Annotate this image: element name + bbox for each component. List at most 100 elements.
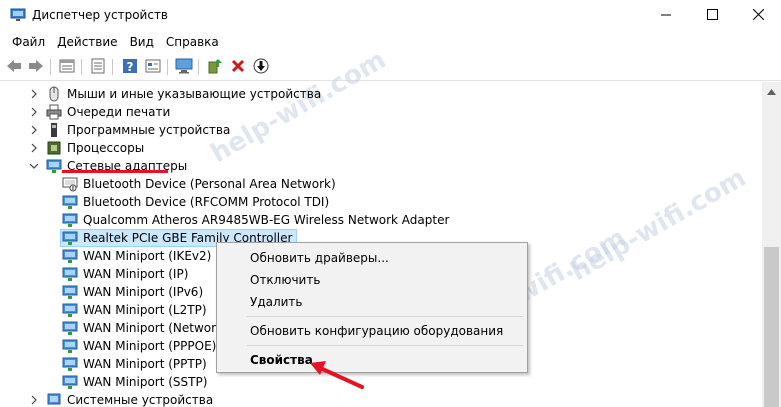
tree-device-bt-rfcomm[interactable]: Bluetooth Device (RFCOMM Protocol TDI) — [62, 193, 331, 211]
device-label: WAN Miniport (IPv6) — [83, 285, 204, 299]
toolbar-separator — [198, 59, 199, 75]
context-menu-disable[interactable]: Отключить — [218, 269, 526, 291]
network-adapter-icon — [62, 338, 78, 354]
tree-device-wan-ipv6[interactable]: WAN Miniport (IPv6) — [62, 283, 205, 301]
window-title: Диспетчер устройств — [32, 8, 169, 22]
close-button[interactable] — [735, 0, 781, 31]
chevron-right-icon[interactable] — [28, 124, 40, 136]
network-adapter-icon — [62, 176, 78, 192]
chevron-right-icon[interactable] — [28, 142, 40, 154]
device-label: Bluetooth Device (Personal Area Network) — [83, 177, 336, 191]
menu-view[interactable]: Вид — [124, 35, 160, 49]
tree-category-system-devices[interactable]: Системные устройства — [28, 391, 215, 407]
device-label: Bluetooth Device (RFCOMM Protocol TDI) — [83, 195, 330, 209]
scroll-thumb[interactable] — [764, 247, 779, 407]
device-label: WAN Miniport (IP) — [83, 267, 189, 281]
printer-icon — [46, 104, 62, 120]
minimize-icon — [660, 9, 672, 23]
context-menu-update-drivers[interactable]: Обновить драйверы... — [218, 247, 526, 269]
toolbar-separator — [50, 59, 51, 75]
help-icon: ? — [122, 58, 138, 77]
list-view-icon — [90, 58, 106, 77]
svg-text:?: ? — [127, 60, 134, 74]
network-adapter-icon — [62, 302, 78, 318]
update-driver-icon — [207, 58, 223, 77]
chevron-right-icon[interactable] — [28, 88, 40, 100]
properties-sheet-icon — [59, 58, 75, 77]
annotation-underline — [62, 170, 168, 173]
mouse-icon — [46, 86, 62, 102]
vertical-scrollbar[interactable] — [762, 82, 781, 407]
device-manager-icon — [10, 8, 26, 22]
tree-category-processors[interactable]: Процессоры — [28, 139, 146, 157]
network-adapter-icon — [62, 212, 78, 228]
tree-device-wan-network[interactable]: WAN Miniport (Network — [62, 319, 225, 337]
toolbar-separator — [167, 59, 168, 75]
monitor-icon — [175, 58, 193, 77]
menu-help[interactable]: Справка — [160, 35, 225, 49]
menu-file[interactable]: Файл — [6, 35, 51, 49]
chevron-up-icon — [767, 84, 776, 98]
tree-category-software-devices[interactable]: Программные устройства — [28, 121, 232, 139]
disable-button[interactable] — [251, 57, 271, 77]
device-label: Qualcomm Atheros AR9485WB-EG Wireless Ne… — [83, 213, 450, 227]
toolbar-separator — [112, 59, 113, 75]
back-button[interactable] — [4, 57, 24, 77]
device-label: WAN Miniport (PPTP) — [83, 357, 207, 371]
network-adapter-icon — [62, 284, 78, 300]
menu-action[interactable]: Действие — [51, 35, 123, 49]
chevron-right-icon[interactable] — [28, 394, 40, 406]
back-arrow-icon — [6, 59, 22, 76]
tree-device-wan-sstp[interactable]: WAN Miniport (SSTP) — [62, 373, 209, 391]
network-adapter-icon — [62, 374, 78, 390]
chevron-down-icon[interactable] — [28, 160, 40, 172]
tree-device-wan-ip[interactable]: WAN Miniport (IP) — [62, 265, 190, 283]
network-adapter-icon — [62, 320, 78, 336]
context-menu-scan-hardware[interactable]: Обновить конфигурацию оборудования — [218, 320, 526, 342]
show-hide-console-tree-button[interactable] — [57, 57, 77, 77]
uninstall-button[interactable] — [228, 57, 248, 77]
tree-category-label: Системные устройства — [67, 393, 214, 407]
processor-icon — [46, 140, 62, 156]
properties-button[interactable] — [143, 57, 163, 77]
tree-device-bt-pan[interactable]: Bluetooth Device (Personal Area Network) — [62, 175, 338, 193]
tree-device-wan-pptp[interactable]: WAN Miniport (PPTP) — [62, 355, 209, 373]
tree-category-label: Процессоры — [67, 141, 145, 155]
network-adapter-icon — [62, 356, 78, 372]
device-label: WAN Miniport (PPPOE) — [83, 339, 217, 353]
tree-device-wan-l2tp[interactable]: WAN Miniport (L2TP) — [62, 301, 209, 319]
network-adapter-icon — [62, 194, 78, 210]
network-adapter-icon — [62, 266, 78, 282]
tree-device-qualcomm[interactable]: Qualcomm Atheros AR9485WB-EG Wireless Ne… — [62, 211, 451, 229]
tree-device-wan-pppoe[interactable]: WAN Miniport (PPPOE) — [62, 337, 218, 355]
title-bar: Диспетчер устройств — [0, 0, 781, 31]
system-device-icon — [46, 392, 62, 407]
network-adapter-icon — [62, 230, 78, 246]
uninstall-icon — [231, 59, 245, 76]
maximize-icon — [706, 8, 718, 23]
tree-category-mice[interactable]: Мыши и иные указывающие устройства — [28, 85, 323, 103]
properties-icon — [145, 58, 161, 77]
toolbar-separator — [81, 59, 82, 75]
tree-category-print-queues[interactable]: Очереди печати — [28, 103, 172, 121]
context-menu: Обновить драйверы... Отключить Удалить О… — [216, 242, 528, 373]
menu-separator — [247, 316, 523, 317]
network-adapter-icon — [46, 158, 62, 174]
help-button[interactable]: ? — [120, 57, 140, 77]
minimize-button[interactable] — [643, 0, 689, 31]
tree-category-label: Мыши и иные указывающие устройства — [67, 87, 322, 101]
menu-separator — [247, 345, 523, 346]
toolbar: ? — [0, 53, 781, 81]
scan-hardware-button[interactable] — [174, 57, 194, 77]
chevron-right-icon[interactable] — [28, 106, 40, 118]
update-driver-button[interactable] — [205, 57, 225, 77]
device-label: WAN Miniport (IKEv2) — [83, 249, 212, 263]
maximize-button[interactable] — [689, 0, 735, 31]
context-menu-uninstall[interactable]: Удалить — [218, 291, 526, 313]
context-menu-properties[interactable]: Свойства — [218, 349, 526, 371]
network-adapter-icon — [62, 248, 78, 264]
scroll-up-button[interactable] — [762, 82, 781, 99]
list-view-button[interactable] — [88, 57, 108, 77]
tree-device-wan-ikev2[interactable]: WAN Miniport (IKEv2) — [62, 247, 213, 265]
forward-button[interactable] — [26, 57, 46, 77]
